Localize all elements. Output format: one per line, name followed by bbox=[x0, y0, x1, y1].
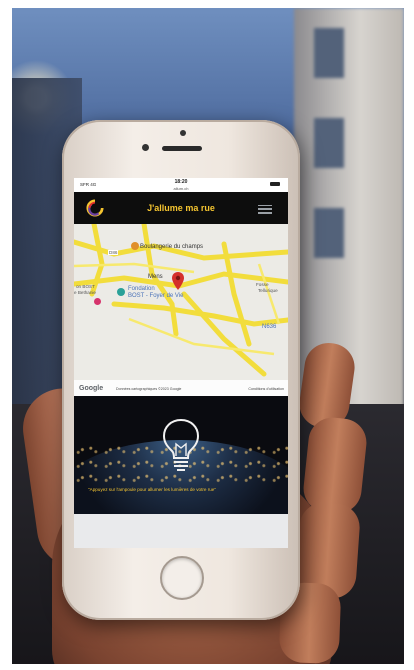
hand-finger bbox=[301, 415, 369, 516]
light-panel: "Appuyez sur l'ampoule pour allumer les … bbox=[74, 396, 288, 514]
map-label-left-2: e Bethanie bbox=[74, 290, 96, 295]
browser-url[interactable]: allum.ch bbox=[74, 186, 288, 191]
battery-icon bbox=[270, 182, 280, 186]
map-label-foundation-1: Fondation bbox=[128, 286, 155, 292]
smartphone: SFR 4G 18:20 allum.ch J'allume ma rue Bo… bbox=[62, 120, 300, 620]
poi-marker-icon[interactable] bbox=[94, 298, 101, 305]
map-attribution: Google Données cartographiques ©2023 Goo… bbox=[74, 380, 288, 396]
status-time: 18:20 bbox=[174, 179, 188, 185]
map-label-boulangerie: Boulangerie du champs bbox=[140, 244, 204, 250]
map-road-badge: D86 bbox=[108, 250, 119, 255]
proximity-sensor bbox=[142, 144, 149, 151]
earpiece-speaker bbox=[162, 146, 202, 151]
map-data-credit[interactable]: Données cartographiques ©2023 Google bbox=[116, 387, 181, 391]
location-pin-icon[interactable] bbox=[172, 272, 184, 290]
instruction-text: "Appuyez sur l'ampoule pour allumer les … bbox=[88, 487, 216, 492]
map-label-left-1: on BOST bbox=[76, 284, 95, 289]
google-logo: Google bbox=[79, 385, 104, 392]
poi-bakery-icon[interactable] bbox=[131, 242, 139, 250]
lightbulb-icon[interactable] bbox=[160, 416, 202, 476]
status-bar: SFR 4G 18:20 allum.ch bbox=[74, 178, 288, 192]
map-view[interactable]: Boulangerie du champs Mens on BOST e Bet… bbox=[74, 224, 288, 396]
home-button[interactable] bbox=[160, 556, 204, 600]
app-header: J'allume ma rue bbox=[74, 192, 288, 224]
bottom-bar bbox=[74, 514, 288, 548]
map-label-mens: Mens bbox=[148, 274, 163, 280]
poi-foundation-icon[interactable] bbox=[117, 288, 125, 296]
map-label-foundation-2: BOST - Foyer de Vie bbox=[128, 293, 184, 299]
map-label-right-2: Tellurique bbox=[258, 288, 278, 293]
map-label-right-1: Fosse bbox=[256, 282, 269, 287]
map-label-road: N636 bbox=[262, 324, 277, 330]
app-title: J'allume ma rue bbox=[147, 203, 215, 213]
front-camera bbox=[180, 130, 186, 136]
hamburger-icon[interactable] bbox=[258, 202, 272, 214]
phone-screen: SFR 4G 18:20 allum.ch J'allume ma rue Bo… bbox=[74, 178, 288, 548]
map-terms-link[interactable]: Conditions d'utilisation bbox=[248, 387, 284, 391]
